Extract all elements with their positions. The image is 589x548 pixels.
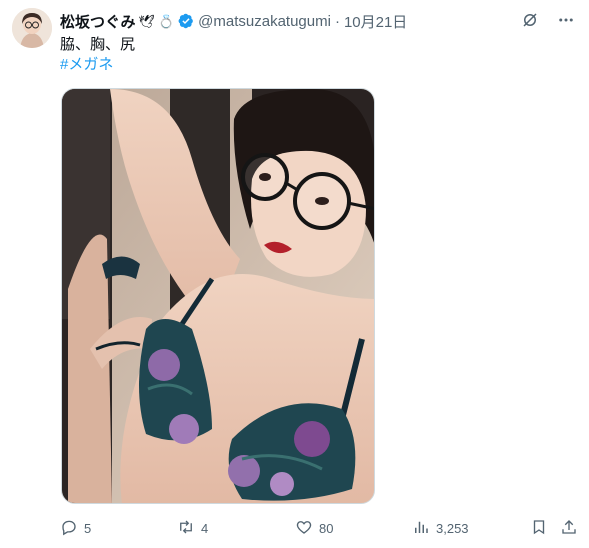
retweet-icon <box>177 518 195 539</box>
like-icon <box>295 518 313 539</box>
hashtag-link[interactable]: #メガネ <box>60 55 113 75</box>
top-actions <box>519 9 577 31</box>
share-icon <box>560 518 578 539</box>
reply-icon <box>60 518 78 539</box>
action-bar: 5 4 80 3,253 <box>60 516 580 540</box>
avatar[interactable] <box>12 8 52 48</box>
verified-badge-icon <box>178 13 194 29</box>
like-button[interactable]: 80 <box>295 516 333 540</box>
views-icon <box>412 518 430 539</box>
retweet-count: 4 <box>201 520 209 536</box>
views-button[interactable]: 3,253 <box>412 516 469 540</box>
reply-button[interactable]: 5 <box>60 516 91 540</box>
handle[interactable]: @matsuzakatugumi <box>198 13 331 30</box>
tweet-photo[interactable] <box>61 88 375 504</box>
tweet-header: 松坂つぐみ 🕊 💍 @matsuzakatugumi · 10月21日 <box>60 11 407 31</box>
tweet-text: 脇、胸、尻 <box>60 36 136 53</box>
share-button[interactable] <box>560 516 578 540</box>
like-count: 80 <box>319 520 334 536</box>
tweet-date[interactable]: 10月21日 <box>344 11 407 32</box>
more-icon[interactable] <box>555 9 577 31</box>
bookmark-icon <box>530 518 548 539</box>
separator: · <box>334 12 340 30</box>
retweet-button[interactable]: 4 <box>177 516 208 540</box>
views-count: 3,253 <box>436 520 469 536</box>
grok-icon[interactable] <box>519 9 541 31</box>
display-name[interactable]: 松坂つぐみ <box>60 11 135 32</box>
ring-emoji: 💍 <box>157 13 175 29</box>
reply-count: 5 <box>84 520 92 536</box>
tweet-card[interactable]: 松坂つぐみ 🕊 💍 @matsuzakatugumi · 10月21日 脇、胸、… <box>0 0 589 548</box>
dove-emoji: 🕊 <box>138 13 155 29</box>
bookmark-button[interactable] <box>530 516 548 540</box>
